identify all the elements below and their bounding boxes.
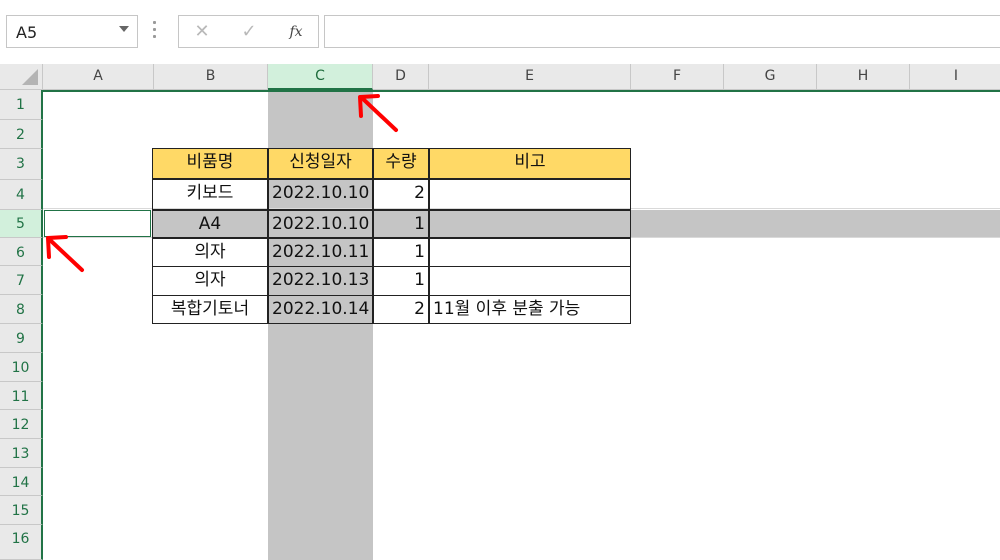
row-header-8[interactable]: 8 <box>0 295 43 324</box>
row-header-11[interactable]: 11 <box>0 382 43 410</box>
row-header-5[interactable]: 5 <box>0 210 43 238</box>
column-header-e[interactable]: E <box>429 64 631 90</box>
row-header-4[interactable]: 4 <box>0 180 43 210</box>
column-header-i[interactable]: I <box>910 64 1000 90</box>
table-cell-note[interactable] <box>429 266 631 296</box>
table-cell-qty[interactable]: 1 <box>373 210 429 238</box>
row-header-2[interactable]: 2 <box>0 120 43 149</box>
red-arrow-icon <box>46 235 84 272</box>
formula-bar: A5 ✕ ✓ fx <box>0 0 1000 64</box>
table-cell-item[interactable]: 의자 <box>152 266 268 296</box>
cancel-icon[interactable]: ✕ <box>189 21 215 43</box>
row-header-3[interactable]: 3 <box>0 149 43 180</box>
table-cell-note[interactable] <box>429 238 631 267</box>
worksheet-grid[interactable]: 비품명 신청일자 수량 비고 키보드 2022.10.10 2 A4 2022.… <box>43 90 1000 560</box>
name-box[interactable]: A5 <box>6 15 138 48</box>
red-arrow-icon <box>358 94 398 132</box>
column-header-c[interactable]: C <box>268 64 373 90</box>
table-cell-note[interactable] <box>429 179 631 210</box>
insert-function-icon[interactable]: fx <box>283 21 309 43</box>
table-cell-item[interactable]: A4 <box>152 210 268 238</box>
column-header-d[interactable]: D <box>373 64 429 90</box>
table-cell-date[interactable]: 2022.10.10 <box>268 210 373 238</box>
enter-icon[interactable]: ✓ <box>236 21 262 43</box>
table-cell-note[interactable]: 11월 이후 분출 가능 <box>429 295 631 324</box>
drag-handle-icon[interactable] <box>153 21 157 41</box>
table-cell-item[interactable]: 키보드 <box>152 179 268 210</box>
column-header-f[interactable]: F <box>631 64 724 90</box>
row-header-7[interactable]: 7 <box>0 266 43 295</box>
row-header-6[interactable]: 6 <box>0 238 43 266</box>
table-cell-qty[interactable]: 1 <box>373 266 429 296</box>
row-header-9[interactable]: 9 <box>0 324 43 353</box>
table-header-qty[interactable]: 수량 <box>373 148 429 179</box>
column-header-g[interactable]: G <box>724 64 817 90</box>
name-box-value: A5 <box>16 23 38 42</box>
table-cell-qty[interactable]: 1 <box>373 238 429 267</box>
row-header-12[interactable]: 12 <box>0 410 43 439</box>
table-cell-note[interactable] <box>429 210 631 238</box>
table-cell-date[interactable]: 2022.10.14 <box>268 295 373 324</box>
table-cell-date[interactable]: 2022.10.11 <box>268 238 373 267</box>
column-header-b[interactable]: B <box>154 64 268 90</box>
table-header-item[interactable]: 비품명 <box>152 148 268 179</box>
table-cell-date[interactable]: 2022.10.10 <box>268 179 373 210</box>
formula-buttons: ✕ ✓ fx <box>178 15 319 48</box>
row-header-16[interactable]: 16 <box>0 525 43 560</box>
table-header-note[interactable]: 비고 <box>429 148 631 179</box>
table-header-date[interactable]: 신청일자 <box>268 148 373 179</box>
row-header-13[interactable]: 13 <box>0 439 43 468</box>
table-cell-item[interactable]: 의자 <box>152 238 268 267</box>
chevron-down-icon[interactable] <box>119 26 129 32</box>
row-header-15[interactable]: 15 <box>0 496 43 525</box>
column-header-h[interactable]: H <box>817 64 910 90</box>
select-all-button[interactable] <box>0 64 43 90</box>
formula-input[interactable] <box>324 15 1000 48</box>
selection-border <box>43 90 1000 92</box>
row-header-10[interactable]: 10 <box>0 353 43 382</box>
table-cell-qty[interactable]: 2 <box>373 179 429 210</box>
table-cell-item[interactable]: 복합기토너 <box>152 295 268 324</box>
table-cell-qty[interactable]: 2 <box>373 295 429 324</box>
row-header-14[interactable]: 14 <box>0 468 43 496</box>
row-header-1[interactable]: 1 <box>0 90 43 120</box>
table-cell-date[interactable]: 2022.10.13 <box>268 266 373 296</box>
column-header-a[interactable]: A <box>43 64 154 90</box>
